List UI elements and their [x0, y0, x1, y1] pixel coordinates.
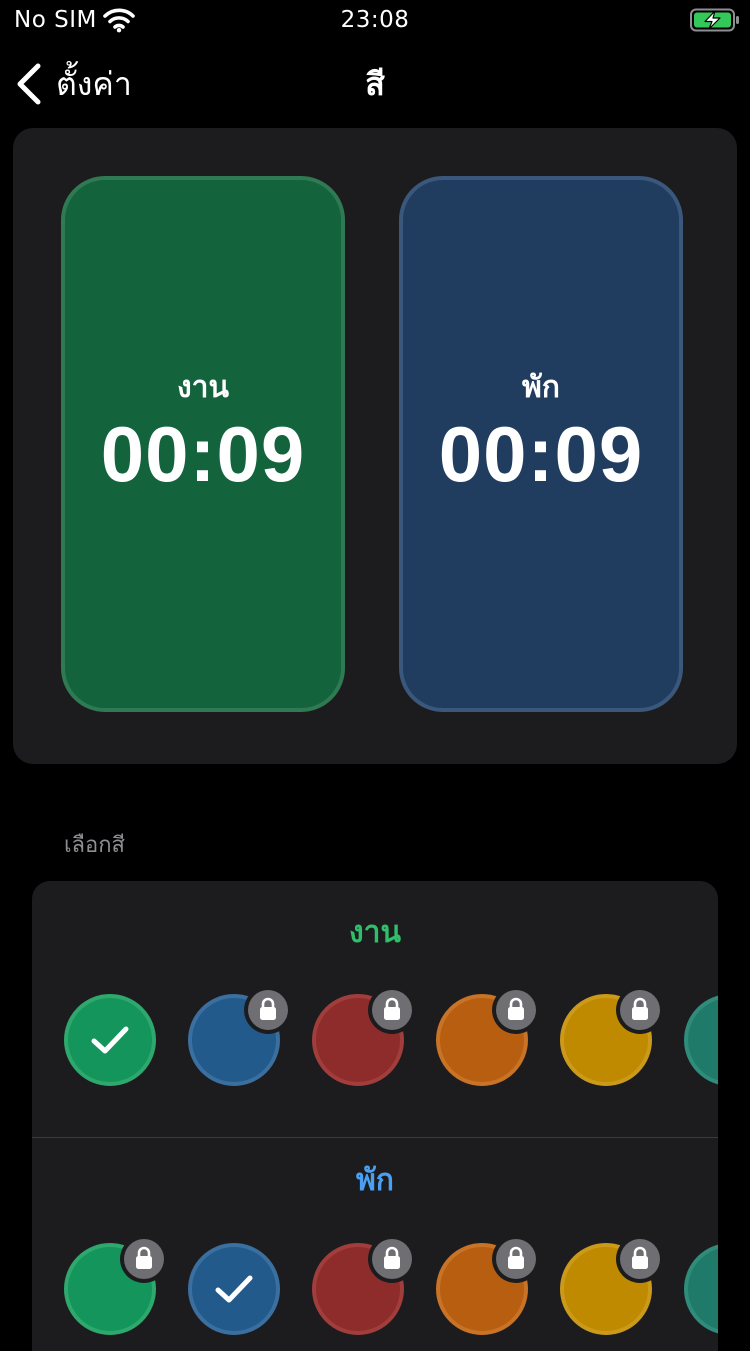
lock-icon — [368, 1235, 416, 1283]
rest-color-heading: พัก — [356, 1163, 394, 1198]
work-swatch-orange[interactable] — [436, 986, 540, 1086]
checkmark-icon — [91, 1026, 129, 1054]
color-picker-card: งาน พัก — [32, 881, 718, 1351]
work-timer-value: 00:09 — [100, 410, 306, 498]
rest-swatch-red[interactable] — [312, 1235, 416, 1335]
lock-icon — [492, 1235, 540, 1283]
page-title: สี — [365, 65, 385, 103]
checkmark-icon — [215, 1275, 253, 1303]
clock-time: 23:08 — [340, 7, 410, 33]
rest-timer-value: 00:09 — [438, 410, 644, 498]
divider — [32, 1137, 718, 1138]
lock-icon — [616, 1235, 664, 1283]
work-swatch-yellow[interactable] — [560, 986, 664, 1086]
work-swatch-blue[interactable] — [188, 986, 292, 1086]
work-timer-label: งาน — [176, 370, 229, 405]
rest-swatch-yellow[interactable] — [560, 1235, 664, 1335]
rest-swatch-blue[interactable] — [188, 1243, 280, 1335]
status-bar: No SIM 23:08 — [0, 0, 750, 40]
work-timer-preview: งาน 00:09 — [61, 176, 345, 712]
lock-icon — [492, 986, 540, 1034]
rest-timer-label: พัก — [522, 370, 560, 405]
color-preview-card: งาน 00:09 พัก 00:09 — [13, 128, 737, 764]
rest-swatch-teal[interactable] — [684, 1243, 718, 1335]
navigation-bar: ตั้งค่า สี — [0, 44, 750, 124]
lock-icon — [368, 986, 416, 1034]
rest-timer-preview: พัก 00:09 — [399, 176, 683, 712]
rest-swatch-orange[interactable] — [436, 1235, 540, 1335]
battery-charging-icon — [690, 8, 739, 32]
lock-icon — [616, 986, 664, 1034]
lock-icon — [120, 1235, 168, 1283]
work-swatch-red[interactable] — [312, 986, 416, 1086]
work-color-heading: งาน — [348, 915, 401, 950]
rest-swatch-green[interactable] — [64, 1235, 168, 1335]
work-swatch-teal[interactable] — [684, 994, 718, 1086]
section-header-choose-color: เลือกสี — [64, 833, 125, 858]
lock-icon — [244, 986, 292, 1034]
work-swatch-green[interactable] — [64, 994, 156, 1086]
